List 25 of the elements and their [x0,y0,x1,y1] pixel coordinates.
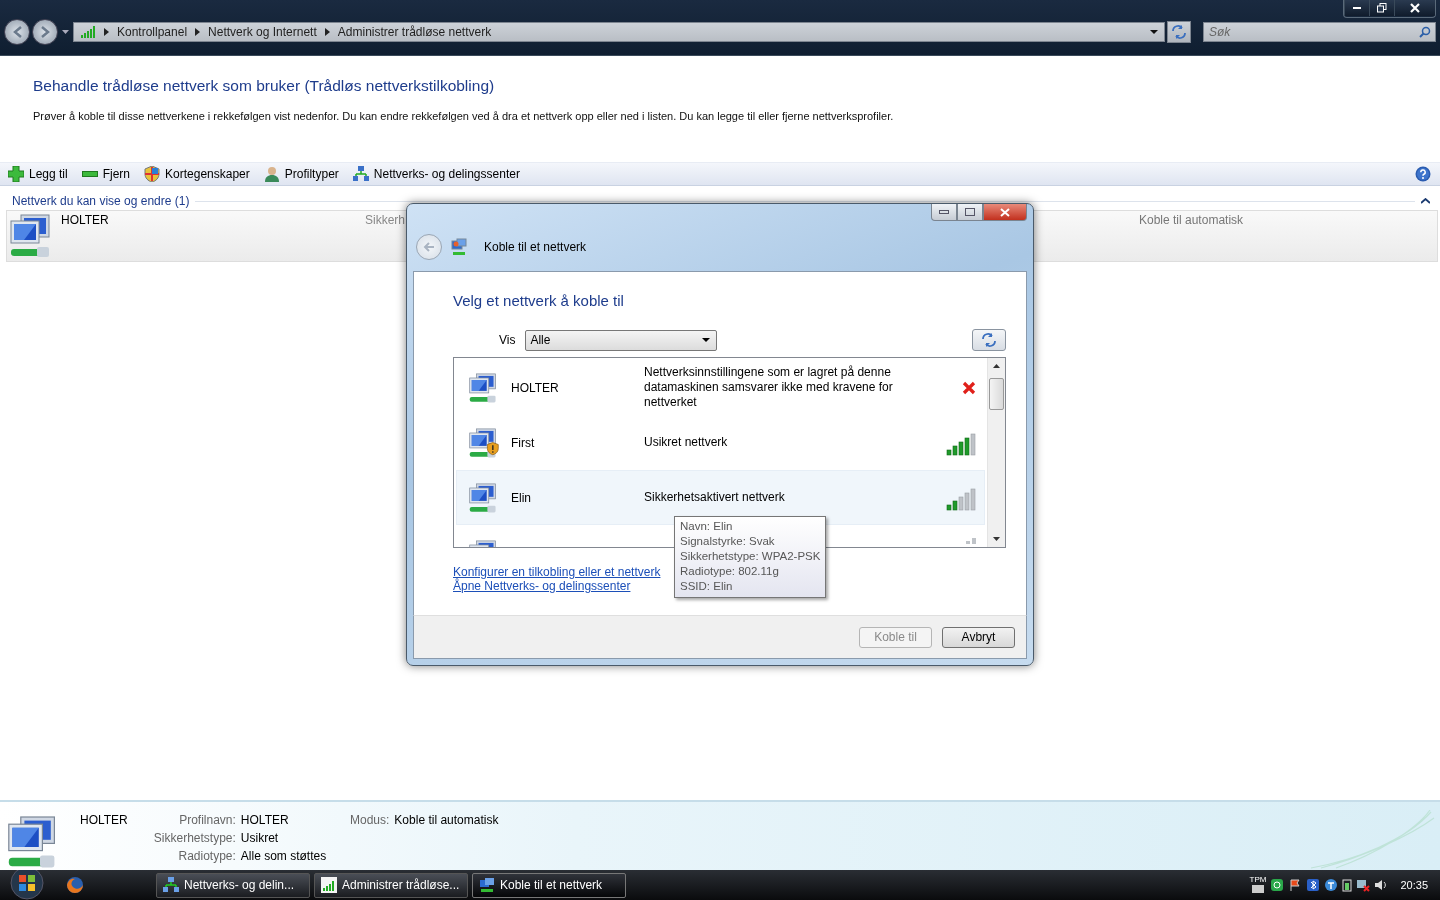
page-title: Behandle trådløse nettverk som bruker (Trådløs nettverkstilkobling) [33,77,496,95]
filter-label: Vis [499,333,516,347]
dialog-title: Koble til et nettverk [484,240,587,254]
field-value: HOLTER [240,813,290,827]
field-value: Alle som støttes [240,849,328,863]
network-status: Usikret nettverk [644,435,729,450]
field-label: Profilnavn: [178,813,236,827]
tooltip-line: Sikkerhetstype: WPA2-PSK [680,549,821,564]
tooltip-line: SSID: Elin [680,579,734,594]
field-value: Usikret [240,831,280,845]
field-label: Sikkerhetstype: [152,831,236,845]
network-status: Sikkerhetsaktivert nettverk [644,490,786,505]
network-name: First [511,435,536,450]
network-name: Elin [511,490,532,505]
network-status: Nettverksinnstillingene som er lagret på denne datamaskinen samsvarer ikke med kravene for nettverket [644,365,894,410]
network-name: HOLTER [511,380,560,395]
page-description: Prøver å koble til disse nettverkene i rekkefølgen vist nedenfor. Du kan endre rekkefølgen ved å dra et nettverk opp eller ned i listen. Du kan legge til eller fjerne nettverksprofiler. [33,110,895,122]
tray-label: TPM [1249,876,1267,884]
profile-name: HOLTER [80,813,129,827]
field-label: Radiotype: [177,849,236,863]
tooltip-line: Signalstyrke: Svak [680,534,776,549]
tooltip-line: Radiotype: 802.11g [680,564,780,579]
dialog-heading: Velg et nettverk å koble til [453,292,625,309]
field-label: Modus: [350,813,390,827]
field-value: Koble til automatisk [394,813,499,827]
